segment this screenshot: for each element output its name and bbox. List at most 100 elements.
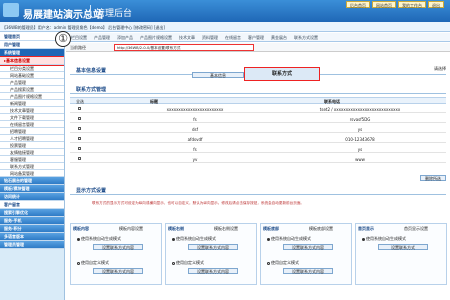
row-checkbox[interactable] (78, 157, 81, 160)
nav-item-21[interactable]: 模板/模块管理 (0, 185, 64, 193)
nav-item-14[interactable]: 人才招聘管理 (0, 135, 64, 142)
tab-3[interactable]: 产品图片规格设置 (137, 33, 175, 41)
tab-5[interactable]: 资料管理 (199, 33, 221, 41)
row-checkbox[interactable] (78, 107, 81, 110)
set-contact-button[interactable]: 设置联系方式 (378, 244, 428, 250)
nav-item-9[interactable]: 新闻管理 (0, 100, 64, 107)
style-section-title: 显示方式设置 (76, 188, 107, 194)
nav-item-7[interactable]: 产品搜索设置 (0, 86, 64, 93)
set-contact-button[interactable]: 设置联系方式内容 (188, 268, 238, 274)
nav-item-24[interactable]: 搜索引擎优化 (0, 209, 64, 217)
table-header: 全选 标题 联系电话 (70, 97, 446, 104)
row-phone: rsvasf5DG (349, 117, 371, 122)
address-label: 当前路径 (70, 45, 86, 50)
row-title[interactable]: afdsvdf (140, 137, 250, 142)
delete-selected-button[interactable]: 删除所选 (420, 175, 446, 181)
site-title: 易展建站演示总站 (23, 10, 103, 21)
mode-radio-0[interactable]: 使用系统自动生成模式 (267, 236, 311, 242)
nav-item-20[interactable]: 钻石展台的管理 (0, 177, 64, 185)
style-panel-0: 模板内容 模板内容设置 使用系统自动生成模式 设置联系方式内容 使用自定义模式 设置联系方… (70, 223, 162, 285)
nav-item-11[interactable]: 文件下载管理 (0, 114, 64, 121)
mode-radio-1[interactable]: 使用自定义模式 (77, 260, 109, 266)
row-checkbox[interactable] (78, 137, 81, 140)
nav-item-15[interactable]: 投票管理 (0, 142, 64, 149)
tab-1[interactable]: 产品管理 (91, 33, 113, 41)
row-phone: www (355, 157, 365, 162)
mode-radio-0[interactable]: 使用系统自动生成模式 (77, 236, 121, 242)
set-contact-button[interactable]: 设置联系方式内容 (283, 244, 333, 250)
set-contact-button[interactable]: 设置联系方式内容 (93, 244, 143, 250)
top-tabs: 栏目设置 产品管理 添加产品 产品图片规格设置 技术文章 资料管理 在线留言 客户管理 黄金展台… (66, 33, 450, 42)
nav-item-16[interactable]: 友情链接管理 (0, 149, 64, 156)
tab-7[interactable]: 客户管理 (245, 33, 267, 41)
panel-title: 模板内容 (73, 226, 89, 231)
tab-6[interactable]: 在线留言 (222, 33, 244, 41)
logout-button[interactable]: 退出 (428, 1, 444, 8)
contact-section-title: 联系方式管理 (76, 87, 107, 93)
basic-info-button[interactable]: 基本信息 (192, 72, 244, 78)
row-checkbox[interactable] (78, 117, 81, 120)
row-checkbox[interactable] (78, 127, 81, 130)
panel-label: 模板内容设置 (119, 226, 143, 231)
table-row: fs rsvasf5DG (70, 115, 446, 123)
mode-radio-0[interactable]: 使用系统自动生成模式 (362, 236, 406, 242)
row-checkbox[interactable] (78, 147, 81, 150)
nav-item-4[interactable]: 栏目分类设置 (0, 65, 64, 72)
nav-item-1[interactable]: 用户管理 (0, 41, 64, 49)
home-button[interactable]: 后台首页 (346, 1, 370, 8)
nav-item-18[interactable]: 联系方式管理 (0, 163, 64, 170)
panel-label: 首页显示设置 (404, 226, 428, 231)
mode-radio-1[interactable]: 使用自定义模式 (172, 260, 204, 266)
row-title[interactable]: fs (140, 117, 250, 122)
tab-4[interactable]: 技术文章 (176, 33, 198, 41)
info-text: 【36WB的管理员】用户名：admin 管理员角色【demo】 后台管理中心 [… (2, 25, 165, 30)
nav-item-22[interactable]: 访问统计 (0, 193, 64, 201)
row-title[interactable]: fs (140, 147, 250, 152)
nav-item-19[interactable]: 网站备案管理 (0, 170, 64, 177)
contact-method-button[interactable]: 联系方式 (244, 67, 320, 81)
style-panel-2: 模板底部 模板底部设置 使用系统自动生成模式 设置联系方式内容 使用自定义模式 设置联系方… (260, 223, 352, 285)
site-home-button[interactable]: 网站首页 (372, 1, 396, 8)
nav-item-10[interactable]: 技术文章管理 (0, 107, 64, 114)
callout-1: ① (55, 31, 71, 47)
mode-radio-0[interactable]: 使用系统自动生成模式 (172, 236, 216, 242)
nav-item-28[interactable]: 管理员管理 (0, 241, 64, 249)
info-section-title: 基本信息设置 (76, 68, 107, 74)
nav-item-17[interactable]: 客服管理 (0, 156, 64, 163)
top-header: 易展建站演示总站 管理后台 后台首页 网站首页 我的工作台 退出 (0, 0, 450, 22)
nav-item-3[interactable]: ▸基本信息设置 (0, 56, 64, 66)
nav-item-12[interactable]: 在线留言管理 (0, 121, 64, 128)
row-title[interactable]: yv (140, 157, 250, 162)
tab-8[interactable]: 黄金展台 (268, 33, 290, 41)
nav-item-13[interactable]: 招聘管理 (0, 128, 64, 135)
tab-0[interactable]: 栏目设置 (68, 33, 90, 41)
mode-radio-1[interactable]: 使用自定义模式 (267, 260, 299, 266)
nav-item-26[interactable]: 服务-积分 (0, 225, 64, 233)
right-label: 请选择 (434, 66, 446, 71)
table-row: dsf ys (70, 125, 446, 133)
nav-item-2[interactable]: 系统管理 (0, 49, 64, 57)
nav-item-5[interactable]: 网站基础设置 (0, 72, 64, 79)
info-bar: 【36WB的管理员】用户名：admin 管理员角色【demo】 后台管理中心 [… (0, 22, 450, 32)
set-contact-button[interactable]: 设置联系方式内容 (283, 268, 333, 274)
tab-2[interactable]: 添加产品 (114, 33, 136, 41)
style-panel-3: 首页显示 首页显示设置使用系统自动生成模式设置联系方式 (355, 223, 447, 285)
panel-label: 模板右侧设置 (214, 226, 238, 231)
nav-item-23[interactable]: 客户留言 (0, 201, 64, 209)
nav-item-25[interactable]: 服务-手机 (0, 217, 64, 225)
set-contact-button[interactable]: 设置联系方式内容 (93, 268, 143, 274)
panel-title: 首页显示 (358, 226, 374, 231)
left-nav: 管理首页 用户管理 系统管理 ▸基本信息设置 栏目分类设置 网站基础设置 产品管理 产品搜索设… (0, 33, 65, 300)
address-input[interactable]: http://36WB/2-0-0/基本设置/联系方式 (114, 44, 254, 51)
nav-item-6[interactable]: 产品管理 (0, 79, 64, 86)
notice-text: 联系方式的显示方式可设定为纵向或横向显示，也可以自定义，默认为纵向显示。修改后请… (92, 201, 305, 205)
nav-item-27[interactable]: 多语言版本 (0, 233, 64, 241)
header-divider (90, 5, 91, 17)
nav-item-8[interactable]: 产品图片规格设置 (0, 93, 64, 100)
row-title[interactable]: dsf (140, 127, 250, 132)
workbench-button[interactable]: 我的工作台 (398, 1, 426, 8)
tab-9[interactable]: 联系方式设置 (291, 33, 321, 41)
set-contact-button[interactable]: 设置联系方式内容 (188, 244, 238, 250)
mgmt-label: 管理后台 (96, 9, 133, 19)
row-title[interactable]: xxxxxxxxxxxxxxxxxxxxxxxx (140, 107, 250, 112)
